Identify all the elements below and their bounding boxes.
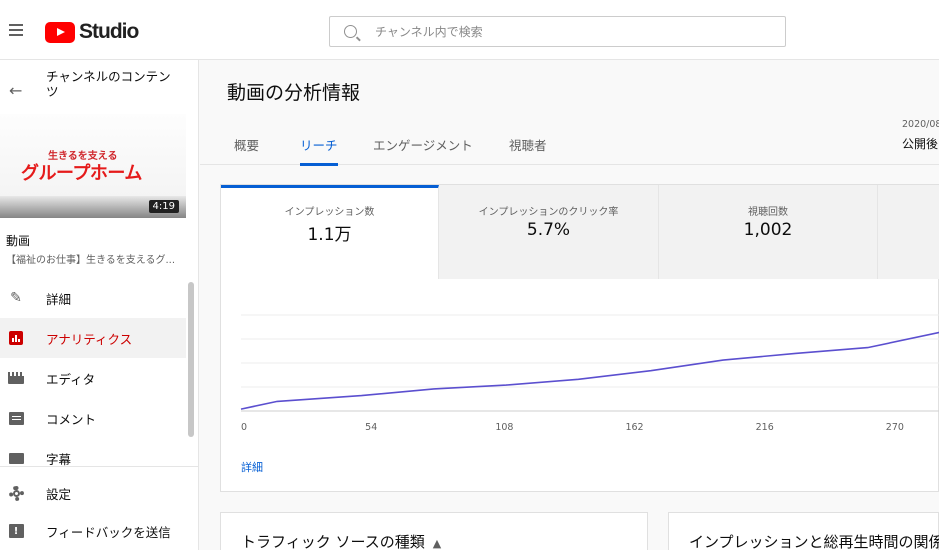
logo-text: Studio (79, 20, 139, 43)
sidebar-item-label: 詳細 (46, 291, 72, 307)
search-input[interactable] (375, 24, 755, 39)
tab-audience[interactable]: 視聴者 (509, 135, 547, 166)
sidebar-item-feedback[interactable]: ! フィードバックを送信 (0, 511, 198, 550)
impressions-line-chart: 0 54 108 162 216 270 (240, 314, 939, 433)
thumbnail-title: グループホーム (21, 163, 142, 184)
tab-bar: 概要 リーチ エンゲージメント 視聴者 (200, 120, 939, 166)
sidebar-item-comments[interactable]: コメント (0, 398, 186, 438)
editor-icon (8, 370, 24, 386)
feedback-icon: ! (8, 523, 24, 539)
subtitles-icon (8, 450, 24, 466)
impressions-watchtime-panel: インプレッションと総再生時間の関係 (668, 512, 939, 550)
pencil-icon: ✎ (10, 290, 22, 306)
video-title: 【福祉のお仕事】生きるを支えるグ... (6, 255, 176, 266)
details-link[interactable]: 詳細 (241, 459, 263, 475)
youtube-play-icon (45, 21, 75, 43)
tab-overview[interactable]: 概要 (234, 135, 259, 166)
sidebar-bottom: 設定 ! フィードバックを送信 (0, 466, 198, 550)
tab-engagement[interactable]: エンゲージメント (373, 135, 473, 166)
back-arrow-icon[interactable]: ← (9, 81, 22, 100)
video-thumbnail[interactable]: 生きるを支える グループホーム 4:19 (0, 114, 186, 218)
metric-value: 1.1万 (307, 225, 352, 245)
studio-logo[interactable]: Studio (45, 20, 139, 44)
panel-title: インプレッションと総再生時間の関係 (689, 533, 939, 550)
sidebar: ← チャンネルのコンテンツ 生きるを支える グループホーム 4:19 動画 【福… (0, 60, 199, 550)
x-tick-label: 54 (365, 422, 377, 433)
x-tick-label: 162 (625, 422, 643, 433)
sidebar-item-details[interactable]: ✎ 詳細 (0, 278, 186, 318)
metric-label: インプレッションのクリック率 (478, 207, 619, 218)
page-title: 動画の分析情報 (227, 82, 361, 104)
metric-value: 1,002 (743, 220, 793, 240)
sidebar-nav: ✎ 詳細 アナリティクス エディタ コメント 字幕 (0, 278, 186, 478)
x-tick-label: 216 (756, 422, 774, 433)
top-bar: Studio (0, 0, 939, 60)
sidebar-item-label: フィードバックを送信 (46, 524, 171, 540)
analytics-icon (8, 330, 24, 346)
comment-icon (8, 410, 24, 426)
sidebar-item-editor[interactable]: エディタ (0, 358, 186, 398)
traffic-source-panel: トラフィック ソースの種類 ▲ (220, 512, 648, 550)
hamburger-menu-icon[interactable] (9, 24, 23, 36)
sidebar-item-settings[interactable]: 設定 (0, 473, 198, 513)
main-content: 動画の分析情報 概要 リーチ エンゲージメント 視聴者 2020/08 公開後 … (200, 60, 939, 550)
x-tick-label: 270 (886, 422, 904, 433)
sidebar-item-label: エディタ (46, 371, 96, 387)
video-label: 動画 (6, 234, 31, 248)
metric-ctr[interactable]: インプレッションのクリック率 5.7% (439, 185, 659, 279)
sidebar-item-label: アナリティクス (46, 331, 133, 347)
gear-icon (8, 485, 24, 501)
sidebar-item-label: 字幕 (46, 451, 72, 467)
sidebar-scrollbar[interactable] (188, 282, 194, 437)
sidebar-item-label: コメント (46, 411, 97, 427)
metric-label: インプレッション数 (284, 207, 375, 218)
metric-value: 5.7% (526, 220, 571, 240)
impressions-series-line (240, 331, 939, 410)
video-duration: 4:19 (148, 200, 179, 213)
metric-views[interactable]: 視聴回数 1,002 (659, 185, 878, 279)
search-icon (344, 25, 357, 38)
metrics-card: インプレッション数 1.1万 インプレッションのクリック率 5.7% 視聴回数 … (220, 184, 939, 492)
sidebar-item-analytics[interactable]: アナリティクス (0, 318, 186, 358)
search-box[interactable] (329, 16, 786, 47)
date-range[interactable]: 2020/08 (902, 119, 939, 130)
tab-reach[interactable]: リーチ (300, 135, 338, 166)
x-tick-label: 0 (241, 422, 247, 433)
panel-title: トラフィック ソースの種類 ▲ (241, 533, 442, 550)
metric-label: 視聴回数 (748, 207, 788, 218)
x-tick-label: 108 (495, 422, 513, 433)
back-label: チャンネルのコンテンツ (46, 69, 171, 99)
metric-impressions[interactable]: インプレッション数 1.1万 (221, 185, 439, 279)
metric-more[interactable] (878, 185, 939, 279)
warning-icon[interactable]: ▲ (433, 537, 441, 550)
sidebar-item-label: 設定 (46, 486, 72, 502)
back-to-content[interactable]: ← チャンネルのコンテンツ (0, 60, 198, 114)
date-range-label[interactable]: 公開後 (902, 135, 938, 152)
